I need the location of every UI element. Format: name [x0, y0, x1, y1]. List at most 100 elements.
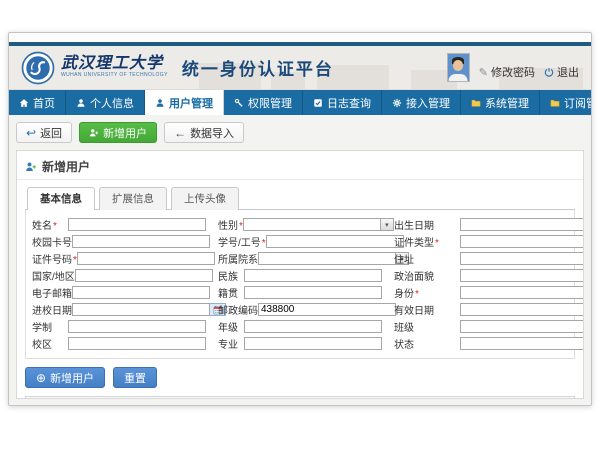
panel-title-row: 新增用户	[17, 155, 583, 180]
field-label: 学号/工号*	[218, 234, 266, 249]
tab-basic-info[interactable]: 基本信息	[27, 187, 95, 210]
input-grade[interactable]	[244, 320, 382, 333]
field-label: 邮政编码	[218, 302, 258, 317]
reset-button[interactable]: 重置	[113, 367, 157, 388]
back-button[interactable]: ↩ 返回	[16, 122, 72, 143]
input-student-no[interactable]	[266, 235, 404, 248]
field-label: 出生日期	[394, 217, 460, 232]
form-row: 国家/地区民族政治面貌	[32, 268, 568, 283]
field-label: 证件类型*	[394, 234, 460, 249]
nav-item-log-query[interactable]: 日志查询	[303, 90, 382, 115]
input-address[interactable]	[460, 252, 584, 265]
university-logo-icon	[21, 51, 55, 85]
main-nav: 首页 个人信息 用户管理 权限管理日志查询 接入管理系统管理订阅管理	[9, 90, 591, 115]
nav-item-home[interactable]: 首页	[9, 90, 66, 115]
input-class[interactable]	[460, 320, 584, 333]
input-country-region[interactable]	[75, 269, 213, 282]
form-field-status: 状态	[394, 336, 584, 351]
field-label: 学制	[32, 319, 68, 334]
tab-upload-avatar[interactable]: 上传头像	[171, 187, 239, 210]
field-label: 专业	[218, 336, 244, 351]
nav-item-subscription[interactable]: 订阅管理	[540, 90, 592, 115]
nav-item-permission[interactable]: 权限管理	[224, 90, 303, 115]
nav-item-label: 用户管理	[169, 95, 213, 111]
input-valid-date[interactable]	[460, 303, 584, 316]
form-field-postal-code: 邮政编码	[218, 302, 394, 317]
input-enroll-date[interactable]	[72, 303, 210, 316]
user-icon	[76, 98, 86, 108]
form-row: 校区专业状态	[32, 336, 568, 351]
form-field-birth-date: 出生日期	[394, 217, 584, 232]
form-field-class: 班级	[394, 319, 584, 334]
tab-extended-info[interactable]: 扩展信息	[99, 187, 167, 210]
input-identity[interactable]	[460, 286, 584, 299]
input-birth-date[interactable]	[460, 218, 584, 231]
user-plus-icon	[89, 128, 99, 138]
input-gender[interactable]	[243, 218, 381, 231]
platform-title: 统一身份认证平台	[182, 55, 334, 80]
input-postal-code[interactable]	[258, 303, 396, 316]
gear-icon	[392, 98, 402, 108]
input-ethnicity[interactable]	[244, 269, 382, 282]
form-field-valid-date: 有效日期	[394, 302, 584, 317]
column-header: 姓名	[186, 397, 286, 399]
folder-icon	[550, 98, 560, 108]
input-major[interactable]	[244, 337, 382, 350]
change-password-link[interactable]: ✎ 修改密码	[479, 64, 535, 82]
input-native-place[interactable]	[244, 286, 382, 299]
input-status[interactable]	[460, 337, 584, 350]
form-field-ethnicity: 民族	[218, 268, 394, 283]
column-header: 身份	[386, 397, 444, 399]
import-arrow-icon: ←	[174, 127, 186, 139]
input-political[interactable]	[460, 269, 584, 282]
form-field-campus-card-no: 校园卡号	[32, 234, 218, 249]
form-field-identity: 身份*	[394, 285, 584, 300]
nav-item-system-mgmt[interactable]: 系统管理	[461, 90, 540, 115]
nav-item-access-mgmt[interactable]: 接入管理	[382, 90, 461, 115]
table-header-row: 学号/工号姓名性别身份所属院系操作	[26, 397, 574, 399]
input-campus[interactable]	[68, 337, 206, 350]
form-row: 学制年级班级	[32, 319, 568, 334]
field-label: 校区	[32, 336, 68, 351]
log-check-icon	[313, 98, 323, 108]
form-field-email: 电子邮箱	[32, 285, 218, 300]
university-name-block: 武汉理工大学 WUHAN UNIVERSITY OF TECHNOLOGY	[61, 56, 168, 78]
logout-link[interactable]: 退出	[544, 64, 579, 82]
form-field-name: 姓名*	[32, 217, 218, 232]
avatar-shoulders	[449, 74, 468, 82]
user-avatar	[447, 53, 470, 82]
field-label: 进校日期	[32, 302, 72, 317]
submit-add-user-button[interactable]: ⊕ 新增用户	[25, 367, 105, 388]
nav-item-profile[interactable]: 个人信息	[66, 90, 145, 115]
form-field-id-type: 证件类型*	[394, 234, 584, 249]
nav-item-user-mgmt[interactable]: 用户管理	[145, 90, 224, 115]
required-asterisk: *	[53, 221, 57, 232]
university-name-en: WUHAN UNIVERSITY OF TECHNOLOGY	[61, 73, 168, 78]
add-user-toolbar-label: 新增用户	[103, 125, 147, 141]
chevron-down-icon[interactable]: ▾	[381, 218, 394, 231]
nav-item-label: 接入管理	[406, 95, 450, 111]
field-label: 性别*	[218, 217, 243, 232]
input-campus-card-no[interactable]	[72, 235, 210, 248]
input-id-type[interactable]	[460, 235, 584, 248]
input-department[interactable]	[258, 252, 396, 265]
form-field-address: 住址	[394, 251, 584, 266]
data-import-button[interactable]: ← 数据导入	[164, 122, 244, 143]
form-row: 校园卡号 学号/工号* 证件类型*	[32, 234, 568, 249]
form-field-country-region: 国家/地区	[32, 268, 218, 283]
field-label: 所属院系	[218, 251, 258, 266]
input-school-system[interactable]	[68, 320, 206, 333]
input-name[interactable]	[68, 218, 206, 231]
field-label: 身份*	[394, 285, 460, 300]
field-label: 年级	[218, 319, 244, 334]
input-id-number[interactable]	[77, 252, 215, 265]
form-row: 证件号码*所属院系▾住址	[32, 251, 568, 266]
column-header: 所属院系	[444, 397, 534, 399]
nav-item-label: 权限管理	[248, 95, 292, 111]
nav-item-label: 个人信息	[90, 95, 134, 111]
required-asterisk: *	[435, 238, 439, 249]
add-user-icon	[25, 161, 37, 173]
field-label: 校园卡号	[32, 234, 72, 249]
input-email[interactable]	[72, 286, 210, 299]
add-user-toolbar-button[interactable]: 新增用户	[79, 122, 157, 143]
